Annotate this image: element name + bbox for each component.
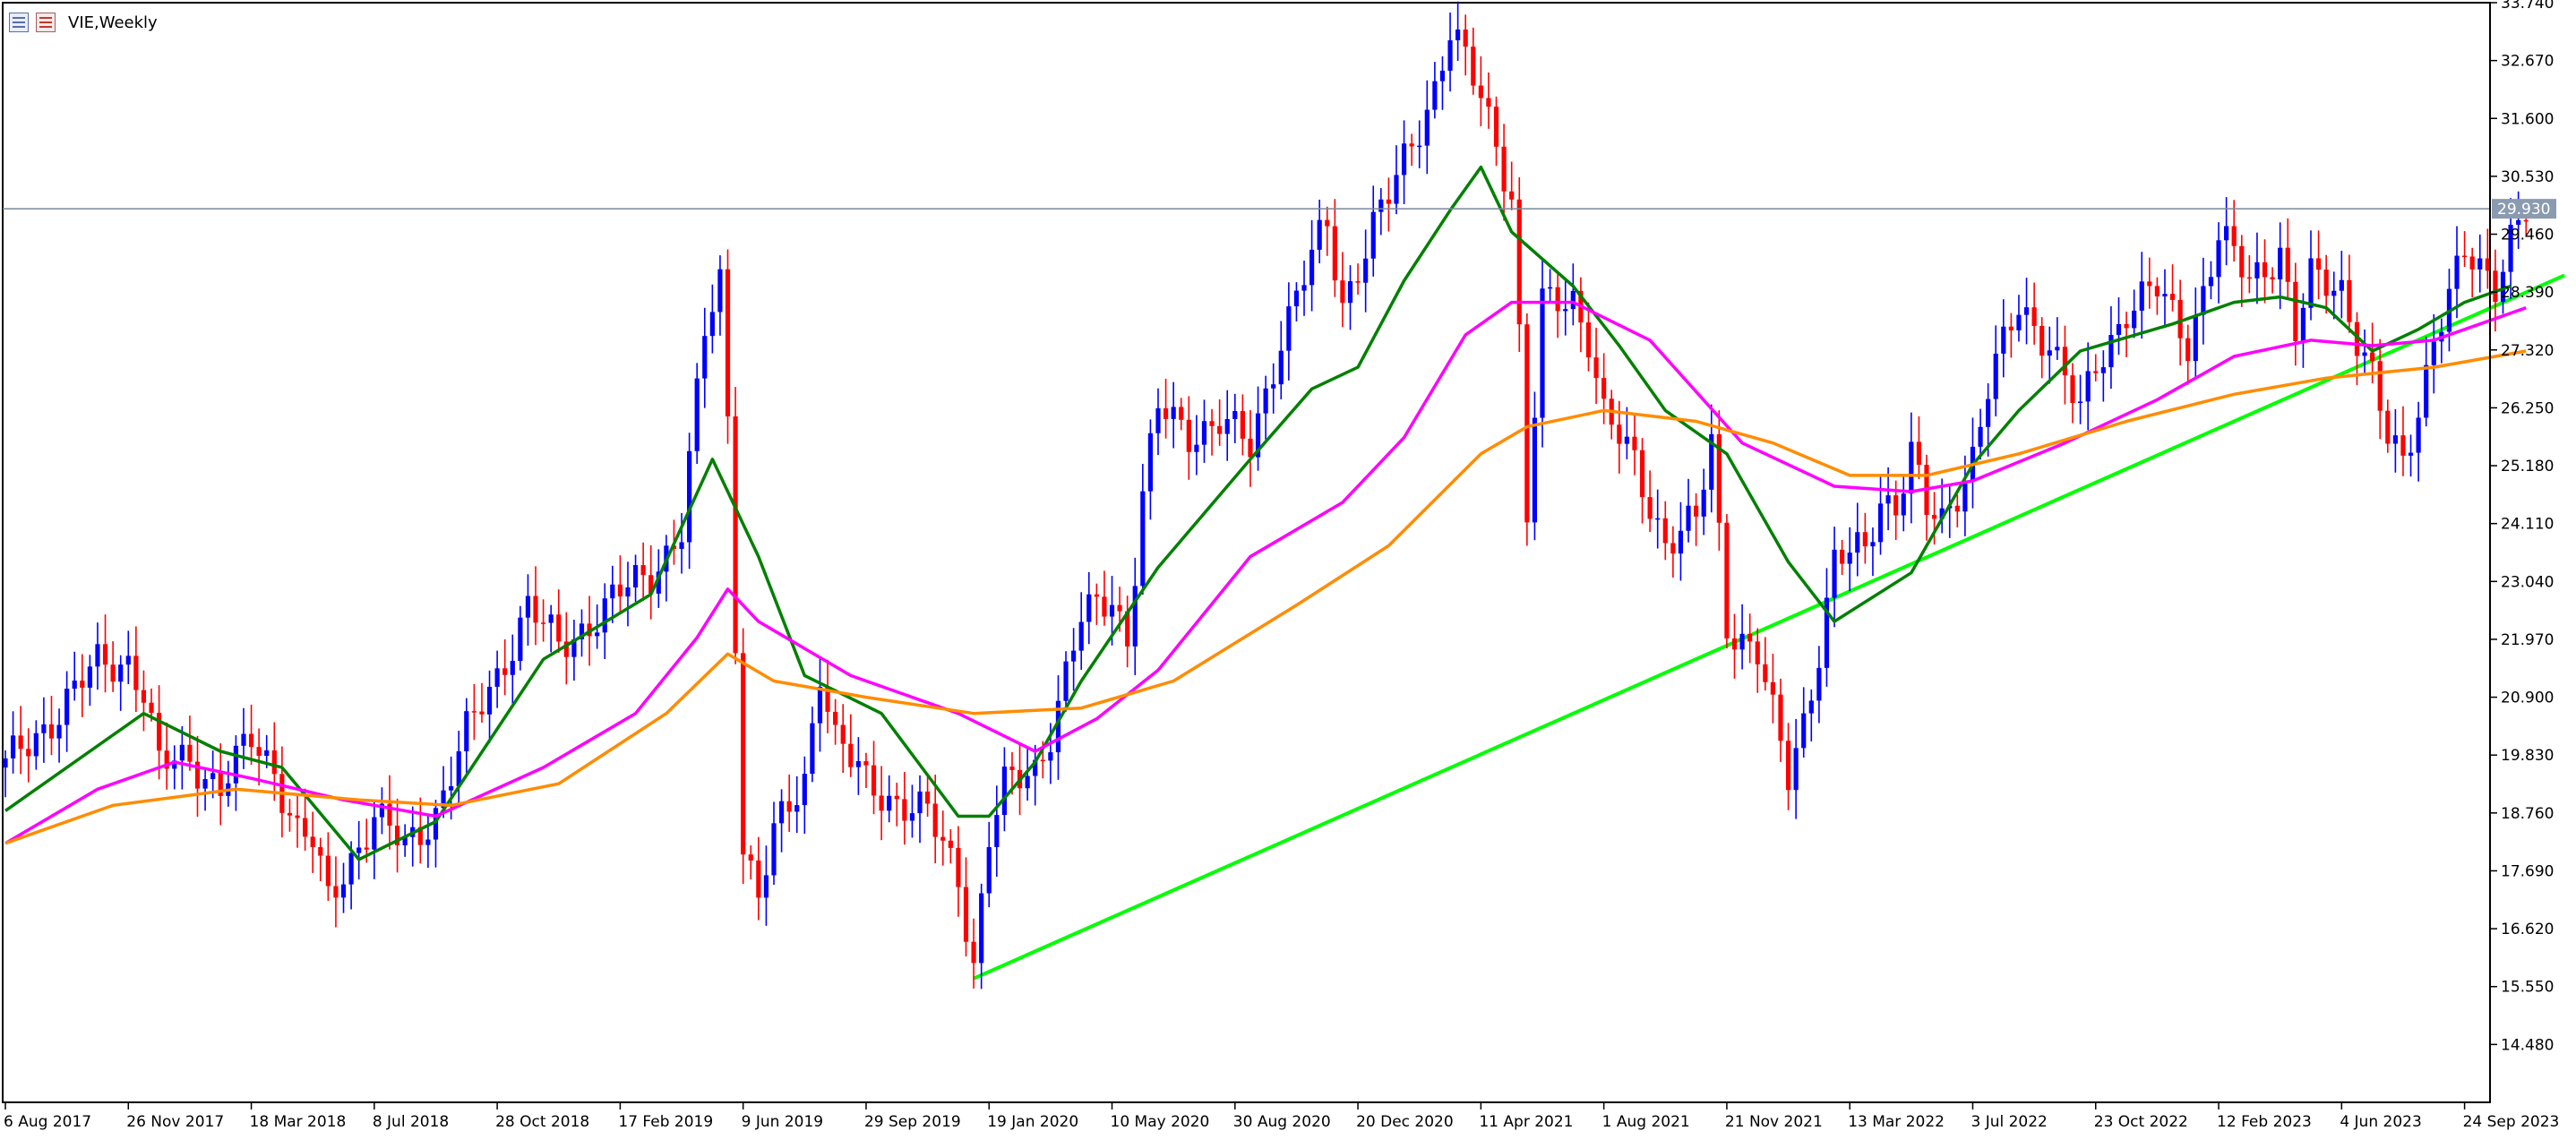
price-tick-label: 19.830 bbox=[2501, 747, 2554, 765]
candle bbox=[733, 387, 738, 664]
time-tick-label: 21 Nov 2021 bbox=[1725, 1113, 1823, 1131]
price-axis[interactable]: 33.740 32.670 31.600 30.530 29.460 28.390 27.3… bbox=[2489, 0, 2554, 1102]
time-tick-label: 17 Feb 2019 bbox=[618, 1113, 713, 1131]
time-tick-label: 20 Dec 2020 bbox=[1356, 1113, 1454, 1131]
time-tick-label: 26 Nov 2017 bbox=[126, 1113, 224, 1131]
price-tick-label: 18.760 bbox=[2501, 805, 2554, 823]
price-tick-label: 26.250 bbox=[2501, 399, 2554, 417]
price-tick-label: 14.480 bbox=[2501, 1036, 2554, 1054]
symbol-title: VIE,Weekly bbox=[68, 13, 158, 32]
current-price-label: 29.930 bbox=[2497, 201, 2550, 218]
time-tick-label: 10 May 2020 bbox=[1111, 1113, 1210, 1131]
price-tick-label: 31.600 bbox=[2501, 110, 2554, 128]
price-tick-label: 21.970 bbox=[2501, 631, 2554, 649]
price-tick-label: 30.530 bbox=[2501, 168, 2554, 186]
time-tick-label: 8 Jul 2018 bbox=[373, 1113, 449, 1131]
price-tick-label: 25.180 bbox=[2501, 458, 2554, 475]
time-tick-label: 23 Oct 2022 bbox=[2094, 1113, 2188, 1131]
candle bbox=[1524, 313, 1530, 546]
time-tick-label: 30 Aug 2020 bbox=[1233, 1113, 1331, 1131]
time-tick-label: 4 Jun 2023 bbox=[2340, 1113, 2421, 1131]
price-tick-label: 29.460 bbox=[2501, 227, 2554, 244]
price-tick-label: 28.390 bbox=[2501, 284, 2554, 302]
time-tick-label: 11 Apr 2021 bbox=[1479, 1113, 1573, 1131]
chart-window[interactable]: 29.930 33.740 32.670 31.600 30.530 29.460 28.… bbox=[0, 0, 2576, 1148]
candles-icon[interactable] bbox=[36, 13, 56, 32]
price-tick-label: 32.670 bbox=[2501, 53, 2554, 71]
price-tick-label: 16.620 bbox=[2501, 921, 2554, 938]
candle bbox=[1724, 514, 1730, 649]
time-tick-label: 19 Jan 2020 bbox=[987, 1113, 1078, 1131]
time-tick-label: 13 Mar 2022 bbox=[1848, 1113, 1945, 1131]
time-tick-label: 28 Oct 2018 bbox=[495, 1113, 589, 1131]
time-tick-label: 3 Jul 2022 bbox=[1971, 1113, 2047, 1131]
time-axis[interactable]: 6 Aug 2017 26 Nov 2017 18 Mar 2018 8 Jul 20… bbox=[3, 1101, 2576, 1131]
time-tick-label: 18 Mar 2018 bbox=[250, 1113, 347, 1131]
candle bbox=[725, 249, 731, 444]
time-tick-label: 12 Feb 2023 bbox=[2217, 1113, 2312, 1131]
price-tick-label: 20.900 bbox=[2501, 690, 2554, 707]
time-tick-label: 24 Sep 2023 bbox=[2463, 1113, 2560, 1131]
price-tick-label: 15.550 bbox=[2501, 979, 2554, 997]
price-tick-label: 24.110 bbox=[2501, 516, 2554, 534]
price-tick-label: 23.040 bbox=[2501, 573, 2554, 591]
price-tick-label: 27.320 bbox=[2501, 342, 2554, 360]
chart-title-bar: VIE,Weekly bbox=[9, 9, 158, 36]
time-tick-label: 6 Aug 2017 bbox=[4, 1113, 91, 1131]
bar-chart-icon[interactable] bbox=[9, 13, 29, 32]
plot-frame bbox=[2, 2, 2491, 1103]
time-tick-label: 29 Sep 2019 bbox=[864, 1113, 961, 1131]
chart-plot[interactable]: 29.930 33.740 32.670 31.600 30.530 29.460 28.… bbox=[0, 0, 2576, 1148]
price-tick-label: 33.740 bbox=[2501, 0, 2554, 13]
price-tick-label: 17.690 bbox=[2501, 862, 2554, 880]
time-tick-label: 1 Aug 2021 bbox=[1602, 1113, 1690, 1131]
candle bbox=[741, 628, 746, 885]
time-tick-label: 9 Jun 2019 bbox=[742, 1113, 823, 1131]
